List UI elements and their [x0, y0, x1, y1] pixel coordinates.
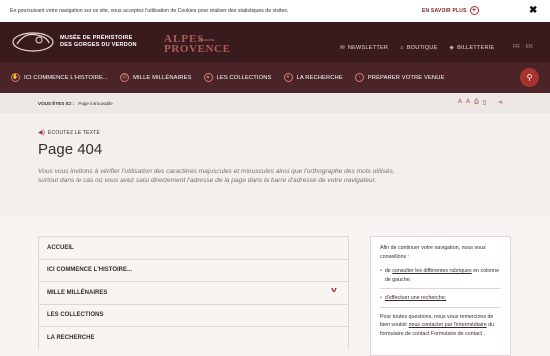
boutique-label: BOUTIQUE	[406, 45, 438, 51]
list-item[interactable]: ACCUEIL	[38, 236, 349, 259]
cookie-text: En poursuivant votre navigation sur ce s…	[10, 8, 289, 14]
search-button[interactable]: ⚲	[520, 68, 539, 87]
plus-icon: +	[469, 6, 479, 15]
language-switch: FR EN	[513, 44, 533, 50]
pdf-icon[interactable]: ▯	[483, 99, 486, 106]
ticket-icon: ◈	[449, 45, 455, 51]
list-item[interactable]: ICI COMMENCE L'HISTOIRE...	[38, 258, 349, 281]
list-item-label: ACCUEIL	[47, 244, 74, 251]
aside-contact: Pour toutes questions, nous vous remerci…	[380, 313, 501, 339]
share-icon[interactable]: ⋖	[498, 99, 503, 106]
sitemap-list: ACCUEIL ICI COMMENCE L'HISTOIRE... MILLE…	[38, 236, 349, 349]
speaker-icon: ◀)	[38, 130, 46, 136]
nav-label: PRÉPARER VOTRE VENUE	[367, 74, 445, 81]
nav-item-recherche[interactable]: ♦ LA RECHERCHE	[283, 73, 343, 82]
list-item-label: ICI COMMENCE L'HISTOIRE...	[47, 267, 132, 274]
search-icon: ⚲	[526, 73, 533, 82]
newsletter-label: NEWSLETTER	[347, 45, 389, 51]
nav-label: LA RECHERCHE	[296, 74, 343, 81]
divider	[380, 306, 501, 308]
breadcrumb-label: VOUS ÊTES ICI :	[38, 100, 75, 106]
list-item-label: MILLE MILLÉNAIRES	[47, 289, 108, 296]
contact-link[interactable]: nous contacter par l'intermédiaire	[409, 322, 487, 328]
chevron-down-icon[interactable]: v	[331, 287, 337, 294]
listen-button[interactable]: ◀) ECOUTEZ LE TEXTE	[38, 129, 101, 137]
list-item[interactable]: LES COLLECTIONS	[38, 303, 349, 326]
aside-bullet: • d'effectuer une recherche;	[380, 294, 501, 303]
cookie-more-label: EN SAVOIR PLUS	[422, 7, 467, 14]
list-item[interactable]: LA RECHERCHE	[38, 326, 349, 349]
newsletter-icon: ✉	[340, 45, 345, 51]
bullet-icon: •	[380, 268, 382, 274]
billetterie-link[interactable]: ◈ BILLETTERIE	[450, 45, 495, 51]
listen-label: ECOUTEZ LE TEXTE	[48, 129, 101, 136]
nav-item-collections[interactable]: ▲ LES COLLECTIONS	[203, 73, 272, 82]
provence-text: PROVENCE	[164, 43, 231, 55]
rubriques-link[interactable]: consulter les différentes rubriques	[392, 268, 471, 274]
museum-name-line2: DES GORGES DU VERDON	[60, 42, 137, 48]
page-intro: Vous vous invitons à vérifier l'utilisat…	[38, 168, 395, 184]
divider	[380, 288, 501, 289]
arrow-right-icon: ›	[354, 73, 364, 82]
lang-en[interactable]: EN	[526, 44, 533, 50]
figure-icon: ♦	[283, 73, 293, 82]
arrowhead-icon: ▲	[203, 73, 213, 82]
aside-intro: Afin de continuer votre navigation, nous…	[380, 245, 486, 260]
boutique-link[interactable]: ⌂ BOUTIQUE	[400, 45, 437, 51]
alpes-provence-logo[interactable]: ALPES DE HAUTE PROVENCE	[164, 34, 231, 57]
hand-icon: ✋	[11, 73, 20, 82]
header-links: ✉ NEWSLETTER ⌂ BOUTIQUE ◈ BILLETTERIE	[340, 45, 494, 51]
page-title: Page 404	[38, 141, 103, 158]
help-aside: Afin de continuer votre navigation, nous…	[370, 236, 511, 356]
list-item[interactable]: MILLE MILLÉNAIRES v	[38, 281, 349, 304]
bag-icon: ⌂	[400, 45, 404, 51]
bullet-icon: •	[380, 295, 382, 301]
museum-name-line1: MUSÉE DE PRÉHISTOIRE	[60, 35, 133, 41]
nav-item-histoire[interactable]: ✋ ICI COMMENCE L'HISTOIRE...	[11, 73, 108, 82]
breadcrumb-current: Page introuvable	[78, 100, 113, 106]
page-tools: A A ⎙ ▯ ⋖	[458, 99, 503, 106]
nav-item-millenaires[interactable]: @ MILLE MILLÉNAIRES	[120, 73, 191, 82]
spiral-icon: @	[120, 73, 130, 82]
list-item-label: LES COLLECTIONS	[47, 312, 104, 319]
nav-label: MILLE MILLÉNAIRES	[133, 74, 192, 81]
newsletter-link[interactable]: ✉ NEWSLETTER	[340, 45, 388, 51]
museum-name: MUSÉE DE PRÉHISTOIRE DES GORGES DU VERDO…	[60, 35, 137, 49]
main-nav: ✋ ICI COMMENCE L'HISTOIRE... @ MILLE MILLÉ…	[0, 62, 550, 93]
list-item-label: LA RECHERCHE	[47, 334, 95, 341]
print-icon[interactable]: ⎙	[474, 99, 479, 106]
font-increase-icon[interactable]: A	[466, 99, 470, 106]
cookie-banner: En poursuivant votre navigation sur ce s…	[0, 0, 550, 22]
aside-bullet: • de consulter les différentes rubriques …	[380, 267, 501, 284]
nav-label: LES COLLECTIONS	[216, 74, 272, 81]
cookie-more-link[interactable]: EN SAVOIR PLUS +	[422, 6, 479, 15]
museum-logo[interactable]	[11, 28, 55, 54]
nav-label: ICI COMMENCE L'HISTOIRE...	[24, 74, 109, 81]
lang-fr[interactable]: FR	[513, 44, 520, 50]
recherche-link[interactable]: d'effectuer une recherche;	[385, 294, 446, 303]
billetterie-label: BILLETTERIE	[457, 45, 495, 51]
site-header: MUSÉE DE PRÉHISTOIRE DES GORGES DU VERDO…	[0, 22, 550, 62]
alpes-small-text: DE HAUTE	[199, 38, 215, 42]
font-decrease-icon[interactable]: A	[458, 99, 462, 106]
nav-item-venue[interactable]: › PRÉPARER VOTRE VENUE	[354, 73, 445, 82]
close-icon[interactable]: ✖	[529, 5, 537, 16]
